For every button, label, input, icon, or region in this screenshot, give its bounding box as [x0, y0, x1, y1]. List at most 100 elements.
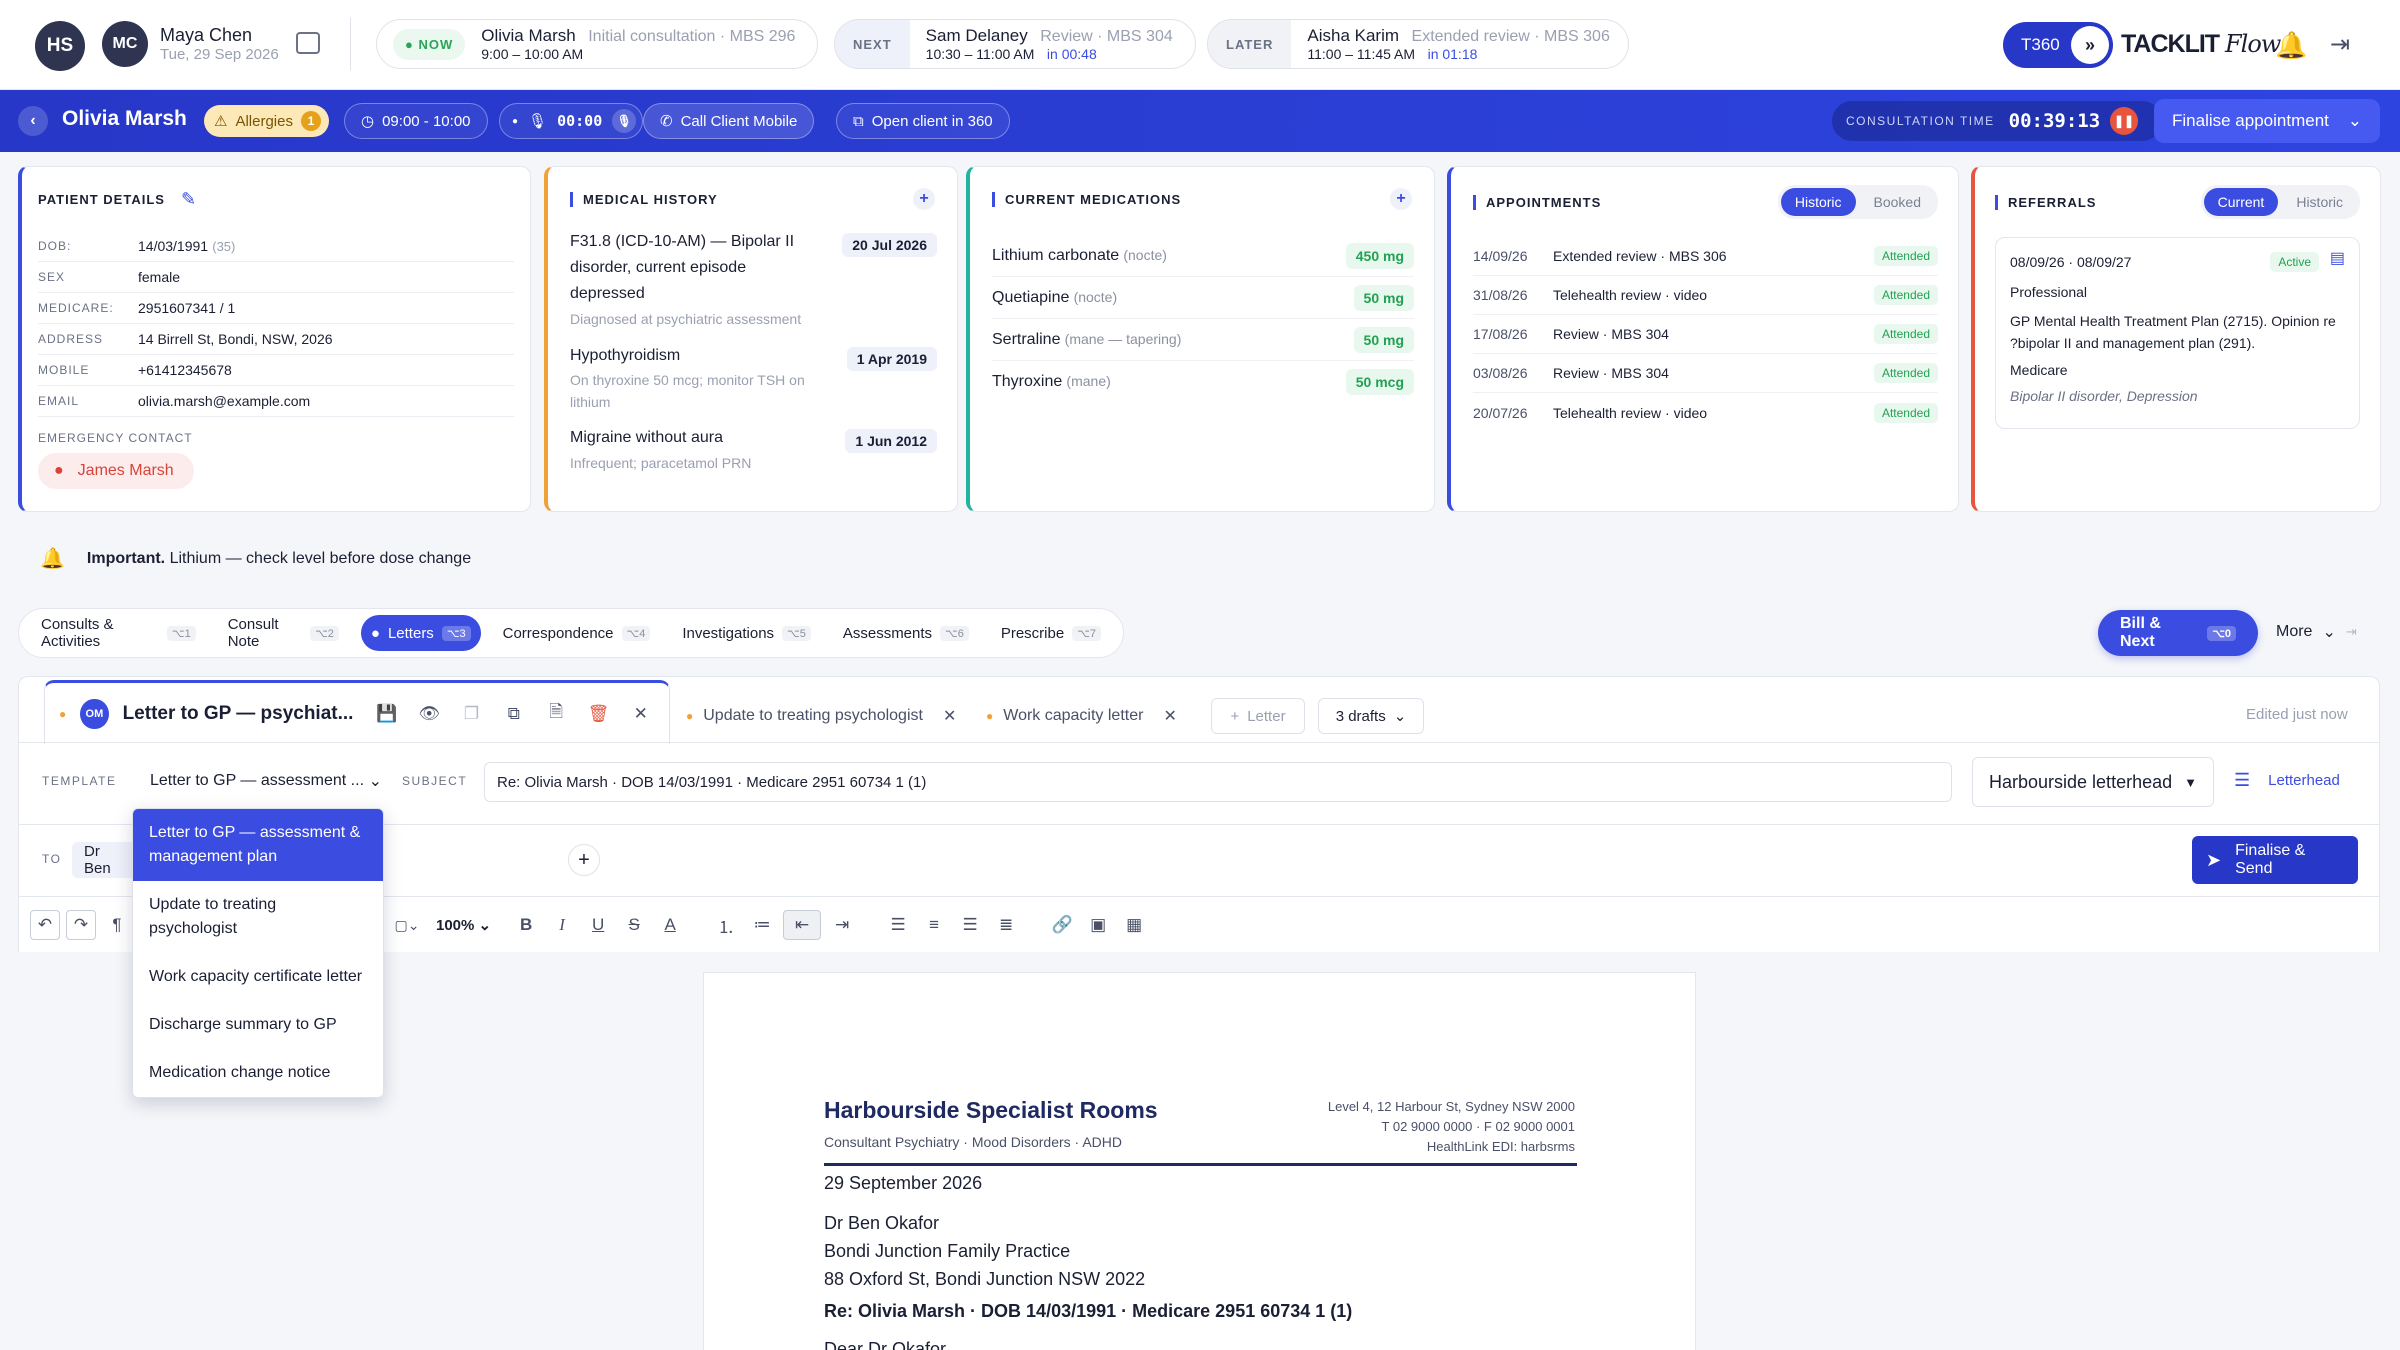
shortcut: ⌥3: [441, 625, 471, 641]
bullet-list-icon[interactable]: ≔: [747, 915, 777, 935]
calendar-icon[interactable]: [296, 32, 320, 54]
tab-correspondence[interactable]: Correspondence ⌥4: [493, 615, 661, 651]
dictation-pill[interactable]: ● 🎙 00:00 🎙: [499, 103, 644, 139]
duplicate-icon[interactable]: ⧉: [500, 704, 528, 724]
emergency-contact-chip[interactable]: ● James Marsh: [38, 453, 194, 489]
tab-historic-referrals[interactable]: Historic: [2282, 188, 2357, 216]
template-option[interactable]: Letter to GP — assessment & management p…: [133, 809, 383, 881]
open-client-button[interactable]: ⧉ Open client in 360: [836, 103, 1010, 139]
active-letter-tab[interactable]: ● OM Letter to GP — psychiat... 💾 👁 ❐ ⧉ …: [44, 680, 670, 744]
preview-icon[interactable]: 👁: [415, 704, 443, 724]
medication-row[interactable]: Quetiapine (nocte) 50 mg: [992, 277, 1414, 319]
brand-badge[interactable]: T360 »: [2003, 22, 2113, 68]
shortcut: ⌥4: [621, 625, 651, 641]
edit-icon[interactable]: ✎: [181, 189, 196, 210]
tab-assessments[interactable]: Assessments ⌥6: [833, 615, 979, 651]
align-center-icon[interactable]: ≡: [919, 915, 949, 935]
indent-icon[interactable]: ⇥: [827, 915, 857, 935]
close-icon[interactable]: ✕: [943, 706, 956, 726]
back-icon[interactable]: ‹: [18, 106, 48, 136]
add-history-icon[interactable]: +: [913, 188, 935, 210]
appointment-row[interactable]: 31/08/26 Telehealth review · video Attende…: [1473, 276, 1938, 315]
save-icon[interactable]: 💾: [373, 704, 401, 724]
bill-next-button[interactable]: Bill & Next ⌥0: [2098, 610, 2258, 656]
mic-toggle-icon[interactable]: 🎙: [612, 109, 637, 133]
tab-consult-note[interactable]: Consult Note ⌥2: [218, 615, 349, 651]
ordered-list-icon[interactable]: ⒈: [711, 913, 741, 938]
delete-icon[interactable]: 🗑: [584, 704, 612, 724]
bell-icon[interactable]: 🔔: [2275, 30, 2307, 61]
finalise-send-button[interactable]: ➤ Finalise & Send: [2192, 836, 2358, 884]
template-option[interactable]: Discharge summary to GP: [133, 1001, 383, 1049]
appointment-row[interactable]: 14/09/26 Extended review · MBS 306 Attende…: [1473, 237, 1938, 276]
align-left-icon[interactable]: ☰: [883, 915, 913, 935]
close-icon[interactable]: ✕: [627, 704, 655, 724]
drafts-dropdown[interactable]: 3 drafts ⌄: [1318, 698, 1424, 734]
letterhead-settings-button[interactable]: ☰ Letterhead: [2234, 770, 2340, 791]
align-justify-icon[interactable]: ≣: [991, 915, 1021, 935]
template-option[interactable]: Work capacity certificate letter: [133, 953, 383, 1001]
tab-prescribe[interactable]: Prescribe ⌥7: [991, 615, 1111, 651]
link-icon[interactable]: 🔗: [1047, 915, 1077, 935]
template-option[interactable]: Medication change notice: [133, 1049, 383, 1097]
letterhead-select[interactable]: Harbourside letterhead ▼: [1972, 757, 2214, 807]
add-medication-icon[interactable]: +: [1390, 188, 1412, 210]
subject-input[interactable]: [484, 762, 1952, 802]
user-avatar[interactable]: MC: [102, 21, 148, 67]
template-option[interactable]: Update to treating psychologist: [133, 881, 383, 953]
bold-icon[interactable]: B: [511, 915, 541, 935]
undo-icon[interactable]: ↶: [30, 910, 60, 940]
paragraph-icon[interactable]: ¶: [102, 915, 132, 935]
close-icon[interactable]: ✕: [1163, 706, 1176, 726]
redo-icon[interactable]: ↷: [66, 910, 96, 940]
add-letter-button[interactable]: + Letter: [1211, 698, 1305, 734]
add-recipient-icon[interactable]: +: [568, 844, 600, 876]
export-icon[interactable]: 🗎: [542, 699, 570, 728]
outdent-icon[interactable]: ⇤: [783, 910, 822, 940]
history-item[interactable]: F31.8 (ICD-10-AM) — Bipolar II disorder,…: [570, 229, 937, 327]
collapse-icon[interactable]: ⇥: [2346, 624, 2357, 640]
table-icon[interactable]: ▦: [1119, 915, 1149, 935]
strikethrough-icon[interactable]: S: [619, 915, 649, 935]
queue-later-chip[interactable]: LATER Aisha Karim Extended review · MBS …: [1207, 19, 1629, 69]
medication-row[interactable]: Lithium carbonate (nocte) 450 mg: [992, 235, 1414, 277]
history-item[interactable]: Hypothyroidism On thyroxine 50 mcg; moni…: [570, 343, 937, 413]
medication-row[interactable]: Sertraline (mane — tapering) 50 mg: [992, 319, 1414, 361]
medication-timing: (mane — tapering): [1064, 330, 1182, 347]
underline-icon[interactable]: U: [583, 915, 613, 935]
logout-icon[interactable]: ⇥: [2330, 30, 2350, 59]
practitioner-avatar[interactable]: HS: [35, 21, 85, 71]
queue-now-chip[interactable]: ● NOW Olivia Marsh Initial consultation …: [376, 19, 818, 69]
pause-icon[interactable]: ❚❚: [2110, 107, 2138, 135]
image-icon[interactable]: ▣: [1083, 915, 1113, 935]
tab-letters[interactable]: ● Letters ⌥3: [360, 615, 481, 651]
history-item[interactable]: Migraine without aura Infrequent; parace…: [570, 425, 937, 471]
document-icon[interactable]: ▤: [2330, 248, 2345, 268]
align-right-icon[interactable]: ☰: [955, 915, 985, 935]
appointment-row[interactable]: 03/08/26 Review · MBS 304 Attended: [1473, 354, 1938, 393]
finalise-appointment-button[interactable]: Finalise appointment ⌄: [2154, 99, 2380, 143]
style-select-icon[interactable]: ▢⌄: [392, 917, 422, 934]
template-select[interactable]: Letter to GP — assessment ... ⌄: [150, 766, 382, 796]
italic-icon[interactable]: I: [547, 915, 577, 935]
zoom-select[interactable]: 100% ⌄: [428, 916, 505, 934]
letter-tab-work-capacity[interactable]: ● Work capacity letter ✕: [986, 706, 1177, 726]
letter-page[interactable]: Harbourside Specialist Rooms Consultant …: [703, 972, 1696, 1350]
tab-current[interactable]: Current: [2203, 188, 2279, 216]
text-color-icon[interactable]: A: [655, 915, 685, 935]
tab-booked[interactable]: Booked: [1860, 188, 1935, 216]
medication-row[interactable]: Thyroxine (mane) 50 mcg: [992, 361, 1414, 403]
queue-next-chip[interactable]: NEXT Sam Delaney Review · MBS 304 10:30 …: [834, 19, 1196, 69]
slot-pill[interactable]: ◷ 09:00 - 10:00: [344, 103, 488, 139]
tab-historic[interactable]: Historic: [1780, 188, 1856, 216]
tab-consults[interactable]: Consults & Activities ⌥1: [31, 615, 206, 651]
allergies-badge[interactable]: ⚠ Allergies 1: [204, 105, 329, 137]
more-menu[interactable]: More ⌄ ⇥: [2276, 622, 2357, 642]
referral-item[interactable]: 08/09/26 · 08/09/27 Active ▤ Professiona…: [1995, 237, 2360, 429]
appointment-row[interactable]: 20/07/26 Telehealth review · video Attende…: [1473, 393, 1938, 432]
copy-icon[interactable]: ❐: [457, 704, 485, 724]
tab-investigations[interactable]: Investigations ⌥5: [672, 615, 821, 651]
letter-tab-psychologist[interactable]: ● Update to treating psychologist ✕: [686, 706, 956, 726]
appointment-row[interactable]: 17/08/26 Review · MBS 304 Attended: [1473, 315, 1938, 354]
call-client-button[interactable]: ✆ Call Client Mobile: [643, 103, 815, 139]
